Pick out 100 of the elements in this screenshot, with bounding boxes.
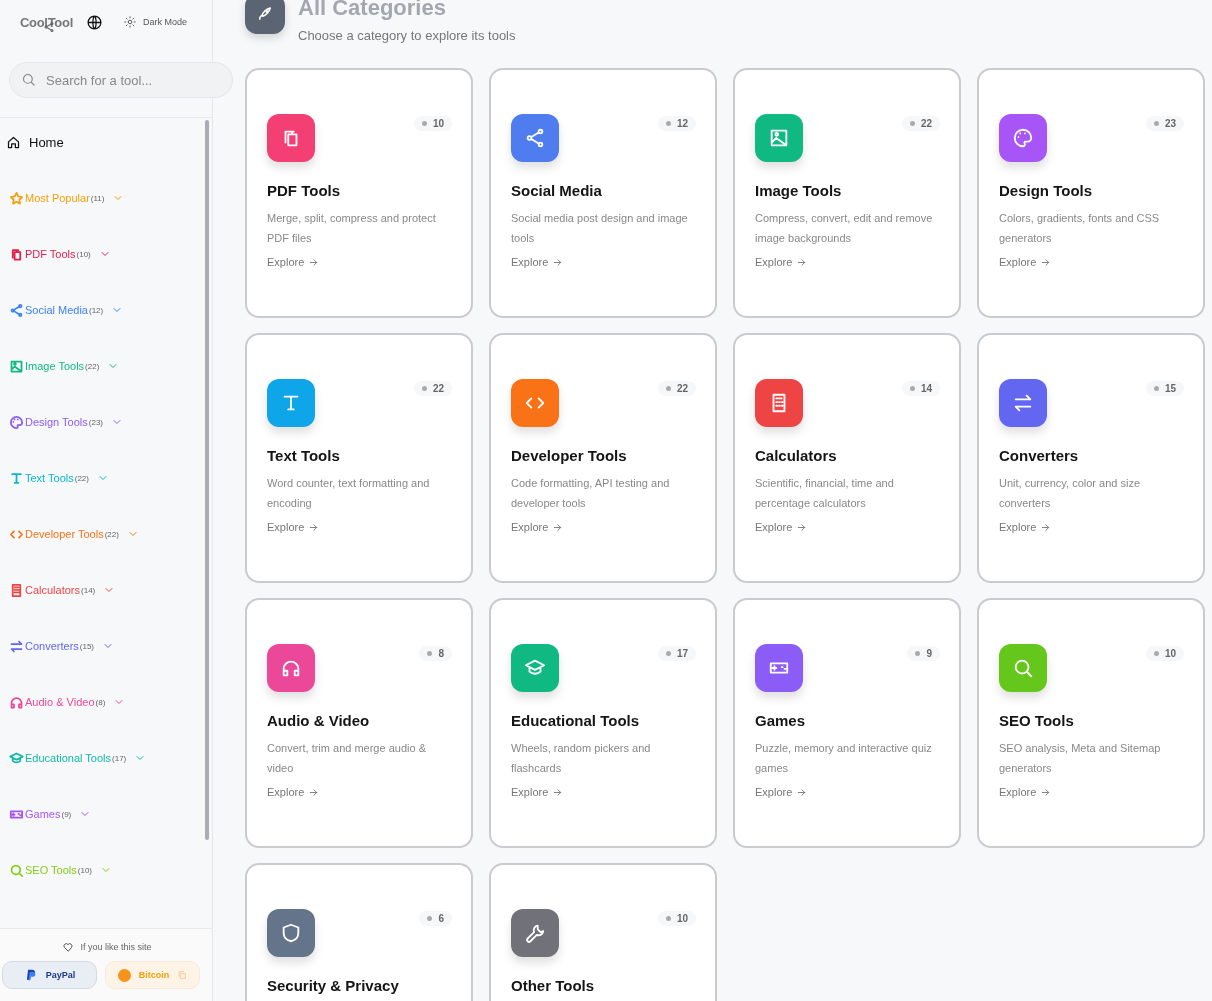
- card-title: Educational Tools: [511, 712, 641, 729]
- explore-link[interactable]: Explore: [999, 786, 1052, 798]
- home-link[interactable]: Home: [0, 132, 212, 152]
- card-title: Text Tools: [267, 447, 341, 464]
- category-menu-item[interactable]: Educational Tools(17): [0, 748, 147, 768]
- category-card[interactable]: 22 Text Tools Word counter, text formatting and encoding Explore: [245, 333, 473, 583]
- logo-text[interactable]: CoolTool: [20, 15, 73, 30]
- category-card[interactable]: 22 Developer Tools Code formatting, API testing and developer tools Explore: [489, 333, 717, 583]
- card-title: Developer Tools: [511, 447, 628, 464]
- scrollbar[interactable]: [205, 120, 209, 840]
- card-description: Code formatting, API testing and developer tools: [511, 476, 671, 511]
- explore-link[interactable]: Explore: [755, 256, 808, 268]
- card-title: Audio & Video: [267, 712, 371, 729]
- search-icon: [21, 72, 36, 87]
- card-description: Unit, currency, color and size converters: [999, 476, 1142, 511]
- card-title: Other Tools: [511, 977, 596, 994]
- category-card[interactable]: 10 SEO Tools SEO analysis, Meta and Sitemap generators Explore: [977, 598, 1205, 848]
- page-subtitle: Choose a category to explore its tools: [298, 28, 516, 43]
- support-text: If you like this site: [80, 942, 152, 952]
- arrow-right-icon: [796, 521, 808, 533]
- tool-count-badge: 22: [901, 116, 940, 131]
- explore-link[interactable]: Explore: [511, 786, 564, 798]
- explore-link[interactable]: Explore: [267, 786, 320, 798]
- copy-icon: [177, 970, 188, 980]
- tool-count-badge: 22: [657, 381, 696, 396]
- explore-link[interactable]: Explore: [511, 256, 564, 268]
- card-description: Compress, convert, edit and remove image backgrounds: [755, 211, 934, 246]
- category-card[interactable]: 8 Audio & Video Convert, trim and merge audio & video Explore: [245, 598, 473, 848]
- category-menu-item[interactable]: Design Tools(23): [0, 412, 123, 432]
- home-icon: [6, 134, 21, 150]
- explore-link[interactable]: Explore: [755, 521, 808, 533]
- explore-link[interactable]: Explore: [999, 256, 1052, 268]
- card-description: Puzzle, memory and interactive quiz games: [755, 741, 933, 776]
- card-title: Design Tools: [999, 182, 1094, 199]
- category-menu-item[interactable]: Audio & Video(8): [0, 692, 126, 712]
- card-title: Calculators: [755, 447, 838, 464]
- category-menu-item[interactable]: SEO Tools(10): [0, 860, 112, 880]
- explore-link[interactable]: Explore: [999, 521, 1052, 533]
- category-menu-item[interactable]: Social Media(12): [0, 300, 124, 320]
- arrow-right-icon: [1040, 521, 1052, 533]
- category-menu-item[interactable]: Games(9): [0, 804, 92, 824]
- arrow-right-icon: [796, 256, 808, 268]
- bitcoin-coin-icon: [117, 968, 131, 982]
- card-title: PDF Tools: [267, 182, 342, 199]
- card-description: Merge, split, compress and protect PDF files: [267, 211, 437, 246]
- card-description: Convert, trim and merge audio & video: [267, 741, 427, 776]
- category-card[interactable]: 17 Educational Tools Wheels, random pickers and flashcards Explore: [489, 598, 717, 848]
- arrow-right-icon: [308, 256, 320, 268]
- category-card[interactable]: 6 Security & Privacy: [245, 863, 473, 1001]
- category-menu-item[interactable]: Developer Tools(22): [0, 524, 139, 544]
- arrow-right-icon: [1040, 786, 1052, 798]
- search-field[interactable]: Search for a tool...: [9, 62, 233, 98]
- tool-count-badge: 10: [413, 116, 452, 131]
- explore-link[interactable]: Explore: [267, 256, 320, 268]
- dark-mode-button[interactable]: Dark Mode: [123, 15, 187, 29]
- card-title: SEO Tools: [999, 712, 1075, 729]
- category-card[interactable]: 22 Image Tools Compress, convert, edit and remove image backgrounds Explore: [733, 68, 961, 318]
- tool-count-badge: 17: [657, 646, 696, 661]
- arrow-right-icon: [552, 521, 564, 533]
- paypal-button[interactable]: PayPal: [2, 961, 97, 989]
- card-description: Wheels, random pickers and flashcards: [511, 741, 652, 776]
- category-menu-item[interactable]: Converters(15): [0, 636, 115, 656]
- explore-link[interactable]: Explore: [755, 786, 808, 798]
- category-card[interactable]: 10 PDF Tools Merge, split, compress and protect PDF files Explore: [245, 68, 473, 318]
- globe-icon[interactable]: [86, 13, 103, 31]
- card-description: Scientific, financial, time and percentage calculators: [755, 476, 895, 511]
- category-menu-item[interactable]: Calculators(14): [0, 580, 116, 600]
- card-description: Colors, gradients, fonts and CSS generators: [999, 211, 1161, 246]
- category-menu-item[interactable]: Image Tools(22): [0, 356, 120, 376]
- category-card[interactable]: 10 Other Tools: [489, 863, 717, 1001]
- arrow-right-icon: [552, 786, 564, 798]
- arrow-right-icon: [308, 521, 320, 533]
- category-card[interactable]: 14 Calculators Scientific, financial, time and percentage calculators Explore: [733, 333, 961, 583]
- arrow-right-icon: [308, 786, 320, 798]
- explore-link[interactable]: Explore: [511, 521, 564, 533]
- tool-count-badge: 22: [413, 381, 452, 396]
- category-menu-item[interactable]: PDF Tools(10): [0, 244, 111, 264]
- card-title: Social Media: [511, 182, 603, 199]
- category-menu-item[interactable]: Most Popular(11): [0, 188, 125, 208]
- sun-icon: [123, 15, 137, 29]
- tool-count-badge: 12: [657, 116, 696, 131]
- tool-count-badge: 6: [419, 911, 452, 926]
- category-card[interactable]: 15 Converters Unit, currency, color and size converters Explore: [977, 333, 1205, 583]
- category-card[interactable]: 23 Design Tools Colors, gradients, fonts and CSS generators Explore: [977, 68, 1205, 318]
- card-title: Image Tools: [755, 182, 843, 199]
- tool-count-badge: 10: [657, 911, 696, 926]
- card-description: Word counter, text formatting and encoding: [267, 476, 431, 511]
- category-card[interactable]: 12 Social Media Social media post design and image tools Explore: [489, 68, 717, 318]
- arrow-right-icon: [1040, 256, 1052, 268]
- explore-link[interactable]: Explore: [267, 521, 320, 533]
- tool-count-badge: 15: [1145, 381, 1184, 396]
- card-title: Security & Privacy: [267, 977, 400, 994]
- card-title: Games: [755, 712, 807, 729]
- card-description: SEO analysis, Meta and Sitemap generators: [999, 741, 1162, 776]
- card-description: Social media post design and image tools: [511, 211, 689, 246]
- heart-icon: [62, 941, 75, 953]
- arrow-right-icon: [796, 786, 808, 798]
- category-card[interactable]: 9 Games Puzzle, memory and interactive quiz games Explore: [733, 598, 961, 848]
- card-title: Converters: [999, 447, 1080, 464]
- category-menu-item[interactable]: Text Tools(22): [0, 468, 109, 488]
